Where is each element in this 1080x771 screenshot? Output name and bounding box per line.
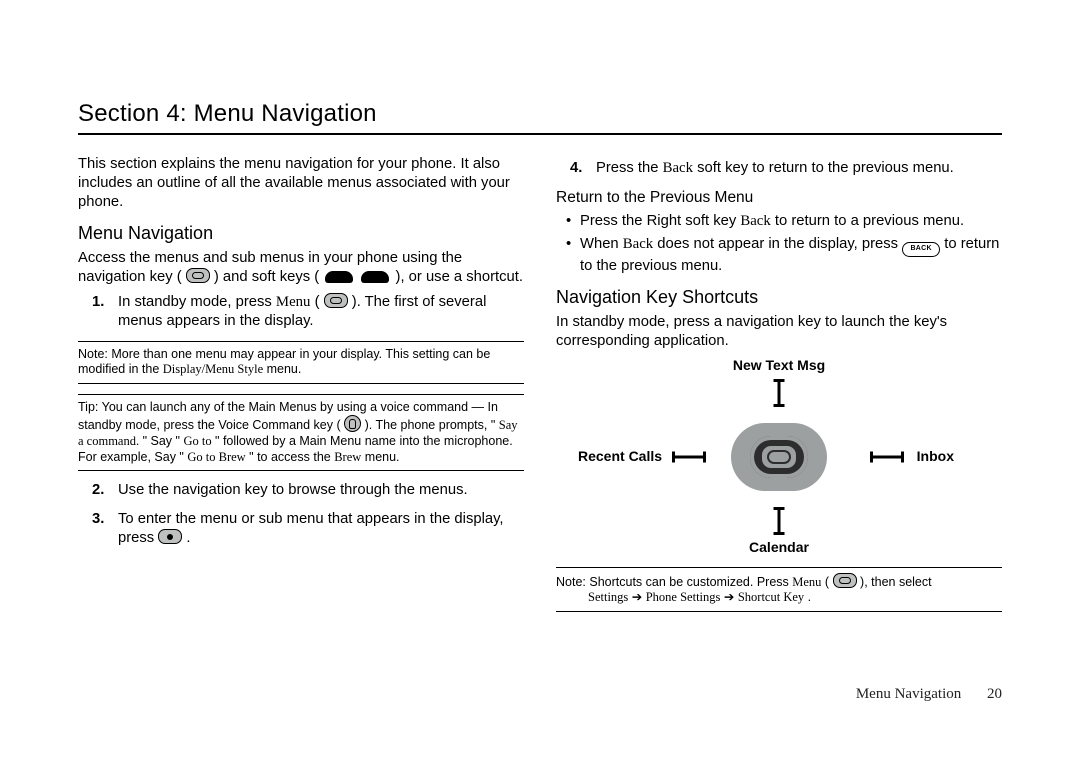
- connector-left: [672, 455, 706, 458]
- note-label: Note:: [78, 347, 108, 361]
- path-phone-settings: Phone Settings: [646, 590, 721, 604]
- steps-list-right: Press the Back soft key to return to the…: [570, 159, 1002, 178]
- settings-path: Settings ➔ Phone Settings ➔ Shortcut Key…: [556, 590, 1002, 606]
- intro-paragraph: This section explains the menu navigatio…: [78, 155, 524, 212]
- text: ). The phone prompts, ": [365, 418, 496, 432]
- return-bullets: Press the Right soft key Back to return …: [566, 212, 1002, 276]
- step-3: To enter the menu or sub menu that appea…: [92, 510, 524, 548]
- text: .: [186, 530, 190, 546]
- back-label: Back: [623, 236, 653, 252]
- right-softkey-icon: [361, 271, 389, 283]
- text: Shortcuts can be customized. Press: [589, 575, 792, 589]
- note-label: Note:: [556, 575, 586, 589]
- tip-label: Tip:: [78, 400, 98, 414]
- text: ), or use a shortcut.: [396, 269, 523, 285]
- text: ) and soft keys (: [214, 269, 319, 285]
- text: ), then select: [860, 575, 932, 589]
- text: (: [825, 575, 829, 589]
- voice-command-key-icon: [344, 415, 361, 432]
- display-menu-style: Display/Menu Style: [163, 362, 263, 376]
- back-key-icon: BACK: [902, 242, 940, 257]
- steps-list: In standby mode, press Menu ( ). The fir…: [92, 293, 524, 331]
- text: does not appear in the display, press: [657, 236, 902, 252]
- text: " to access the: [249, 450, 334, 464]
- heading-menu-navigation: Menu Navigation: [78, 222, 524, 245]
- right-column: Press the Back soft key to return to the…: [556, 155, 1002, 622]
- left-softkey-icon: [325, 271, 353, 283]
- left-column: This section explains the menu navigatio…: [78, 155, 524, 622]
- note-block-2: Note: Shortcuts can be customized. Press…: [556, 567, 1002, 612]
- connector-down: [778, 507, 781, 535]
- footer-title: Menu Navigation: [856, 686, 961, 702]
- go-to: Go to: [183, 434, 211, 448]
- arrow-icon: ➔: [724, 590, 738, 604]
- step-4: Press the Back soft key to return to the…: [570, 159, 1002, 178]
- text: In standby mode, press: [118, 294, 276, 310]
- path-shortcut-key: Shortcut Key: [738, 590, 804, 604]
- section-title: Section 4: Menu Navigation: [78, 100, 1002, 135]
- menu-label: Menu: [792, 575, 821, 589]
- text: Press the Right soft key: [580, 213, 740, 229]
- return-bullet-1: Press the Right soft key Back to return …: [566, 212, 1002, 231]
- text: When: [580, 236, 623, 252]
- back-label: Back: [663, 160, 693, 176]
- nav-pad-icon: [731, 423, 827, 491]
- note-block-1: Note: More than one menu may appear in y…: [78, 341, 524, 384]
- nav-key-icon: [833, 573, 857, 588]
- heading-return-previous: Return to the Previous Menu: [556, 188, 1002, 208]
- return-bullet-2: When Back does not appear in the display…: [566, 235, 1002, 276]
- nav-key-diagram: New Text Msg Recent Calls Inbox Calendar: [556, 357, 1002, 557]
- step-2: Use the navigation key to browse through…: [92, 481, 524, 500]
- shortcut-down-label: Calendar: [749, 539, 809, 557]
- text: " Say ": [143, 434, 180, 448]
- two-column-layout: This section explains the menu navigatio…: [78, 155, 1002, 622]
- nav-key-icon: [324, 293, 348, 308]
- brew: Brew: [334, 450, 361, 464]
- text: Press the: [596, 160, 663, 176]
- text: Use the navigation key to browse through…: [118, 482, 468, 498]
- back-label: Back: [740, 213, 770, 229]
- connector-right: [870, 455, 904, 458]
- text: soft key to return to the previous menu.: [697, 160, 954, 176]
- shortcut-up-label: New Text Msg: [733, 357, 825, 375]
- page-footer: Menu Navigation 20: [856, 686, 1002, 703]
- heading-nav-shortcuts: Navigation Key Shortcuts: [556, 286, 1002, 309]
- text: menu.: [267, 362, 302, 376]
- steps-list-cont: Use the navigation key to browse through…: [92, 481, 524, 548]
- shortcuts-paragraph: In standby mode, press a navigation key …: [556, 313, 1002, 351]
- text: .: [808, 590, 811, 604]
- shortcut-right-label: Inbox: [917, 448, 954, 466]
- shortcut-left-label: Recent Calls: [578, 448, 662, 466]
- menu-label: Menu: [276, 294, 311, 310]
- access-paragraph: Access the menus and sub menus in your p…: [78, 249, 524, 287]
- text: to return to a previous menu.: [775, 213, 964, 229]
- nav-key-icon: [186, 268, 210, 283]
- tip-block: Tip: You can launch any of the Main Menu…: [78, 394, 524, 472]
- connector-up: [778, 379, 781, 407]
- manual-page: Section 4: Menu Navigation This section …: [0, 0, 1080, 771]
- text: (: [315, 294, 320, 310]
- arrow-icon: ➔: [632, 590, 646, 604]
- text: menu.: [365, 450, 400, 464]
- path-settings: Settings: [588, 590, 628, 604]
- step-1: In standby mode, press Menu ( ). The fir…: [92, 293, 524, 331]
- center-select-key-icon: [158, 529, 182, 544]
- page-number: 20: [987, 686, 1002, 702]
- go-to-brew: Go to Brew: [187, 450, 245, 464]
- nav-pad-center: [759, 443, 799, 471]
